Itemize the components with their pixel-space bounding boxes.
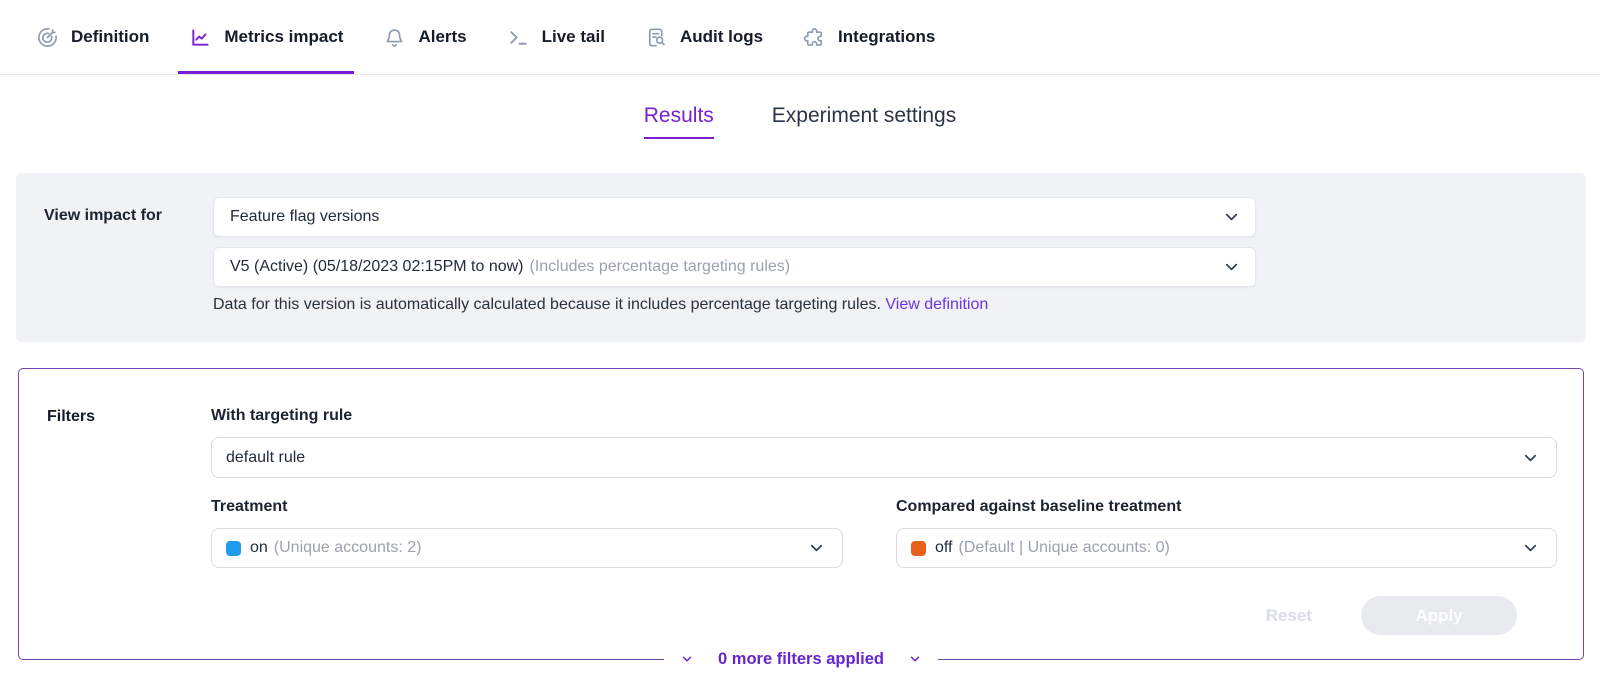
version-select[interactable]: V5 (Active) (05/18/2023 02:15PM to now) … <box>213 247 1256 287</box>
baseline-label: Compared against baseline treatment <box>896 498 1181 516</box>
tab-label: Alerts <box>418 27 466 47</box>
treatment-label: Treatment <box>211 498 287 516</box>
chevron-down-icon <box>1521 539 1540 558</box>
baseline-value: off <box>935 539 953 557</box>
metrics-icon <box>189 26 212 49</box>
impact-type-value: Feature flag versions <box>230 208 379 226</box>
tab-label: Definition <box>71 27 149 47</box>
tab-label: Audit logs <box>680 27 763 47</box>
chevron-down-icon <box>680 652 694 666</box>
version-note-text: Data for this version is automatically c… <box>213 296 881 313</box>
more-filters-toggle[interactable]: 0 more filters applied <box>664 647 938 671</box>
chevron-down-icon <box>908 652 922 666</box>
tab-audit-logs[interactable]: Audit logs <box>634 0 774 74</box>
terminal-icon <box>507 26 530 49</box>
filters-panel: Filters With targeting rule default rule… <box>18 368 1584 660</box>
targeting-rule-label: With targeting rule <box>211 407 352 425</box>
tab-label: Live tail <box>542 27 605 47</box>
goal-icon <box>36 26 59 49</box>
tab-results[interactable]: Results <box>644 104 714 139</box>
chevron-down-icon <box>1222 258 1241 277</box>
targeting-rule-value: default rule <box>226 449 305 467</box>
chevron-down-icon <box>807 539 826 558</box>
treatment-select[interactable]: on (Unique accounts: 2) <box>211 528 843 568</box>
tab-label: Metrics impact <box>224 27 343 47</box>
puzzle-icon <box>803 26 826 49</box>
tab-alerts[interactable]: Alerts <box>372 0 477 74</box>
impact-type-select[interactable]: Feature flag versions <box>213 197 1256 237</box>
view-impact-label: View impact for <box>44 197 213 314</box>
tab-experiment-settings[interactable]: Experiment settings <box>772 104 956 139</box>
baseline-meta: (Default | Unique accounts: 0) <box>959 539 1170 557</box>
apply-button[interactable]: Apply <box>1361 596 1517 635</box>
treatment-color-swatch <box>226 541 241 556</box>
version-note: Data for this version is automatically c… <box>213 296 1256 314</box>
view-definition-link[interactable]: View definition <box>885 296 988 313</box>
baseline-color-swatch <box>911 541 926 556</box>
tab-definition[interactable]: Definition <box>25 0 160 74</box>
bell-icon <box>383 26 406 49</box>
baseline-select[interactable]: off (Default | Unique accounts: 0) <box>896 528 1557 568</box>
version-meta: (Includes percentage targeting rules) <box>530 258 791 276</box>
filter-actions: Reset Apply <box>1266 596 1517 635</box>
audit-log-icon <box>645 26 668 49</box>
tab-live-tail[interactable]: Live tail <box>496 0 616 74</box>
more-filters-label: 0 more filters applied <box>718 650 884 669</box>
top-navigation: Definition Metrics impact Alerts <box>0 0 1600 75</box>
tab-integrations[interactable]: Integrations <box>792 0 946 74</box>
tab-label: Integrations <box>838 27 935 47</box>
version-value: V5 (Active) (05/18/2023 02:15PM to now) <box>230 258 524 276</box>
treatment-value: on <box>250 539 268 557</box>
treatment-meta: (Unique accounts: 2) <box>274 539 422 557</box>
reset-button[interactable]: Reset <box>1266 606 1312 626</box>
metrics-impact-page: Definition Metrics impact Alerts <box>0 0 1600 689</box>
chevron-down-icon <box>1521 448 1540 467</box>
filters-title: Filters <box>47 408 95 426</box>
targeting-rule-select[interactable]: default rule <box>211 437 1557 478</box>
secondary-tabs: Results Experiment settings <box>0 104 1600 139</box>
chevron-down-icon <box>1222 208 1241 227</box>
tab-metrics-impact[interactable]: Metrics impact <box>178 0 354 74</box>
view-impact-panel: View impact for Feature flag versions V5… <box>16 173 1586 342</box>
